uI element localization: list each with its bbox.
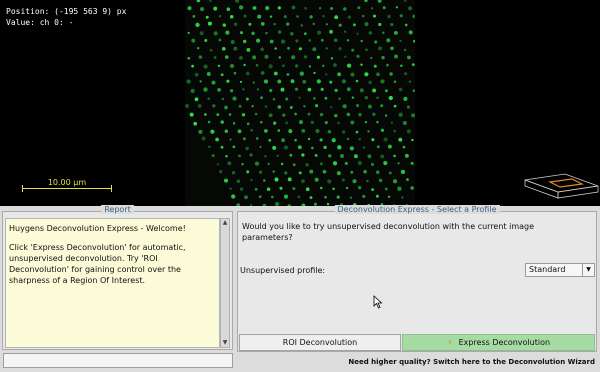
profile-label: Unsupervised profile: <box>240 266 326 275</box>
express-button-label: Express Deconvolution <box>458 338 551 347</box>
report-welcome: Huygens Deconvolution Express - Welcome! <box>9 224 186 233</box>
image-viewer[interactable]: Position: (-195 563 9) px Value: ch 0: -… <box>0 0 600 206</box>
report-text-area[interactable]: Huygens Deconvolution Express - Welcome!… <box>5 218 220 348</box>
value-text: Value: ch 0: - <box>6 18 74 27</box>
roi-deconvolution-button[interactable]: ROI Deconvolution <box>239 334 401 351</box>
express-question: Would you like to try unsupervised decon… <box>242 222 535 242</box>
mouse-pointer-icon <box>373 295 383 309</box>
report-panel: Report Huygens Deconvolution Express - W… <box>2 205 233 350</box>
deconvolution-wizard-link[interactable]: Need higher quality? Switch here to the … <box>348 358 595 366</box>
fluorescence-spots <box>185 0 416 206</box>
deconvolution-express-panel: Deconvolution Express - Select a Profile… <box>237 205 597 352</box>
scale-bar: 10.00 µm <box>22 178 112 192</box>
profile-select[interactable]: Standard ▼ <box>525 263 595 277</box>
lightning-icon: ⚡ <box>446 338 453 347</box>
microscopy-image[interactable] <box>185 0 416 206</box>
express-deconvolution-button[interactable]: ⚡ Express Deconvolution <box>402 334 595 351</box>
scroll-down-icon[interactable]: ▼ <box>221 339 229 347</box>
report-scrollbar[interactable]: ▲ ▼ <box>220 218 230 348</box>
scale-bar-label: 10.00 µm <box>47 178 87 187</box>
position-text: Position: (-195 563 9) px <box>6 7 127 16</box>
chevron-down-icon[interactable]: ▼ <box>582 264 594 276</box>
report-title: Report <box>101 205 134 214</box>
position-readout: Position: (-195 563 9) px Value: ch 0: - <box>6 6 126 28</box>
status-field[interactable] <box>3 353 233 368</box>
scroll-up-icon[interactable]: ▲ <box>221 219 229 227</box>
profile-select-value: Standard <box>529 265 566 274</box>
volume-navigator-icon[interactable] <box>520 168 600 206</box>
scale-bar-line <box>22 185 112 192</box>
report-instructions: Click 'Express Deconvolution' for automa… <box>9 243 186 285</box>
express-title: Deconvolution Express - Select a Profile <box>334 205 500 214</box>
